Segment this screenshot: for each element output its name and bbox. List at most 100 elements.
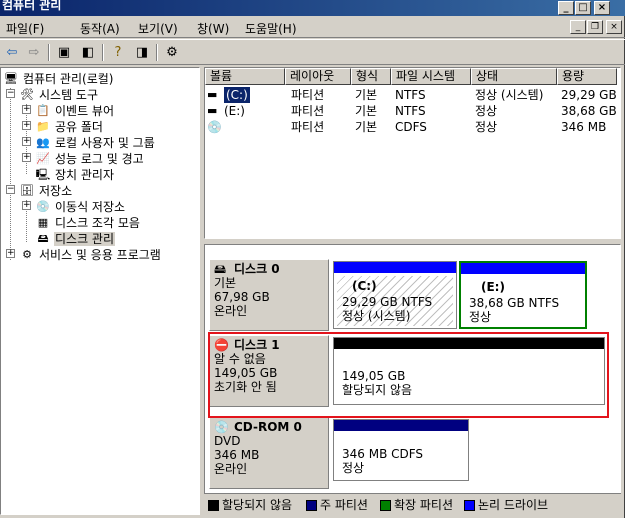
- volume-status: 정상: [475, 120, 498, 134]
- col-header-type[interactable]: 형식: [351, 68, 391, 85]
- partition-e[interactable]: (E:) 38,68 GB NTFS 정상: [459, 261, 587, 329]
- device-manager-icon: 🖳: [35, 167, 51, 181]
- tools-icon: 🛠: [20, 87, 34, 101]
- child-close-icon[interactable]: ×: [606, 20, 622, 34]
- shared-folder-icon: 📁: [36, 119, 50, 133]
- window-title: 컴퓨터 관리: [2, 0, 62, 12]
- computer-management-window: 컴퓨터 관리 _ □ × 파일(F) 동작(A) 보기(V) 창(W) 도움말(…: [0, 0, 625, 518]
- properties-icon[interactable]: ◨: [132, 43, 152, 62]
- disk-size: 67,98 GB: [214, 290, 270, 304]
- toolbar-separator: [102, 44, 104, 61]
- volume-filesystem: CDFS: [395, 120, 427, 134]
- col-header-capacity[interactable]: 용량: [557, 68, 617, 85]
- child-restore-icon[interactable]: ❐: [587, 20, 603, 34]
- tree-root[interactable]: 🖥 컴퓨터 관리(로컬): [3, 70, 114, 86]
- collapse-icon[interactable]: −: [6, 185, 15, 194]
- partition-c[interactable]: (C:) 29,29 GB NTFS 정상 (시스템): [333, 261, 457, 329]
- legend-label: 확장 파티션: [394, 498, 454, 512]
- tree-device-manager[interactable]: 🖳 장치 관리자: [35, 166, 115, 182]
- menu-action[interactable]: 동작(A): [80, 20, 120, 37]
- volume-name: (C:): [223, 86, 251, 104]
- partition-size: 38,68 GB NTFS: [469, 296, 560, 310]
- back-arrow-icon[interactable]: ⇦: [2, 43, 22, 62]
- tree-shared-folders[interactable]: 📁 공유 폴더: [35, 118, 104, 134]
- disk-properties-icon[interactable]: ⚙: [162, 43, 182, 62]
- tree-removable-storage[interactable]: 💿 이동식 저장소: [35, 198, 126, 214]
- menu-help[interactable]: 도움말(H): [245, 20, 297, 37]
- up-folder-icon[interactable]: ▣: [54, 43, 74, 62]
- volume-status: 정상 (시스템): [475, 88, 544, 102]
- menu-file[interactable]: 파일(F): [6, 20, 44, 37]
- expand-icon[interactable]: +: [22, 137, 31, 146]
- disk-0-label[interactable]: 🖴 디스크 0 기본 67,98 GB 온라인: [209, 259, 329, 331]
- partition-label: (C:): [352, 279, 377, 293]
- tree-line: [10, 88, 11, 260]
- help-icon[interactable]: ?: [108, 43, 128, 62]
- disk-icon: 🖴: [214, 262, 227, 276]
- volume-type: 기본: [355, 104, 378, 118]
- col-header-filesystem[interactable]: 파일 시스템: [391, 68, 471, 85]
- tree-defrag[interactable]: ▦ 디스크 조각 모음: [35, 214, 141, 230]
- legend-swatch: [306, 500, 317, 511]
- volume-status: 정상: [475, 104, 498, 118]
- volume-layout: 파티션: [291, 120, 325, 134]
- disk-status: 온라인: [214, 462, 248, 476]
- expand-icon[interactable]: +: [22, 201, 31, 210]
- drive-icon: ▬: [207, 88, 218, 101]
- maximize-icon[interactable]: □: [575, 1, 591, 15]
- col-header-layout[interactable]: 레이아웃: [285, 68, 351, 85]
- partition-size: 346 MB CDFS: [342, 447, 424, 461]
- legend-extended: 확장 파티션: [380, 498, 453, 512]
- disk-size: 346 MB: [214, 448, 260, 462]
- tree-perf-logs[interactable]: 📈 성능 로그 및 경고: [35, 150, 145, 166]
- legend-logical: 논리 드라이브: [464, 498, 548, 512]
- menu-view[interactable]: 보기(V): [138, 20, 178, 37]
- tree-storage[interactable]: 🗄 저장소: [19, 182, 73, 198]
- tree-event-viewer[interactable]: 📋 이벤트 뷰어: [35, 102, 115, 118]
- tree-disk-management[interactable]: 🖴 디스크 관리: [35, 230, 116, 246]
- users-icon: 👥: [36, 135, 50, 149]
- volume-filesystem: NTFS: [395, 104, 426, 118]
- menu-window[interactable]: 창(W): [197, 20, 229, 37]
- volume-list: 볼륨 레이아웃 형식 파일 시스템 상태 용량 ▬ (C:) 파티션 기본 NT…: [204, 67, 621, 239]
- volume-type: 기본: [355, 88, 378, 102]
- volume-capacity: 29,29 GB: [561, 88, 617, 102]
- partition-color-bar: [461, 263, 585, 274]
- volume-name: (E:): [224, 104, 245, 118]
- removable-storage-icon: 💿: [36, 199, 50, 213]
- performance-icon: 📈: [36, 151, 50, 165]
- mdi-controls: _ ❐ ×: [570, 20, 622, 36]
- event-viewer-icon: 📋: [36, 103, 50, 117]
- disk-management-icon: 🖴: [37, 231, 49, 245]
- minimize-icon[interactable]: _: [558, 1, 574, 15]
- expand-icon[interactable]: +: [22, 153, 31, 162]
- tree-services[interactable]: ⚙ 서비스 및 응용 프로그램: [19, 246, 162, 262]
- tree-system-tools[interactable]: 🛠 시스템 도구: [19, 86, 99, 102]
- col-header-status[interactable]: 상태: [471, 68, 557, 85]
- expand-icon[interactable]: +: [6, 249, 15, 258]
- highlight-box: [208, 332, 609, 418]
- disk-name: 디스크 0: [234, 262, 280, 276]
- volume-filesystem: NTFS: [395, 88, 426, 102]
- col-header-volume[interactable]: 볼륨: [205, 68, 285, 85]
- legend-unallocated: 할당되지 않음: [208, 498, 292, 512]
- child-minimize-icon[interactable]: _: [570, 20, 586, 34]
- volume-capacity: 346 MB: [561, 120, 607, 134]
- title-bar[interactable]: 컴퓨터 관리 _ □ ×: [0, 0, 625, 16]
- legend-swatch: [464, 500, 475, 511]
- collapse-icon[interactable]: −: [6, 89, 15, 98]
- drive-icon: ▬: [207, 104, 218, 117]
- volume-type: 기본: [355, 120, 378, 134]
- legend-swatch: [208, 500, 219, 511]
- tree-local-users[interactable]: 👥 로컬 사용자 및 그룹: [35, 134, 156, 150]
- partition-cdrom[interactable]: 346 MB CDFS 정상: [333, 419, 469, 481]
- expand-icon[interactable]: +: [22, 121, 31, 130]
- close-icon[interactable]: ×: [594, 1, 610, 15]
- toolbar: ⇦ ⇨ ▣ ◧ ? ◨ ⚙: [0, 39, 625, 65]
- cdrom-0-label[interactable]: 💿 CD-ROM 0 DVD 346 MB 온라인: [209, 417, 329, 489]
- partition-status: 정상: [342, 461, 365, 475]
- forward-arrow-icon[interactable]: ⇨: [24, 43, 44, 62]
- partition-status: 정상: [469, 310, 492, 324]
- show-tree-icon[interactable]: ◧: [78, 43, 98, 62]
- expand-icon[interactable]: +: [22, 105, 31, 114]
